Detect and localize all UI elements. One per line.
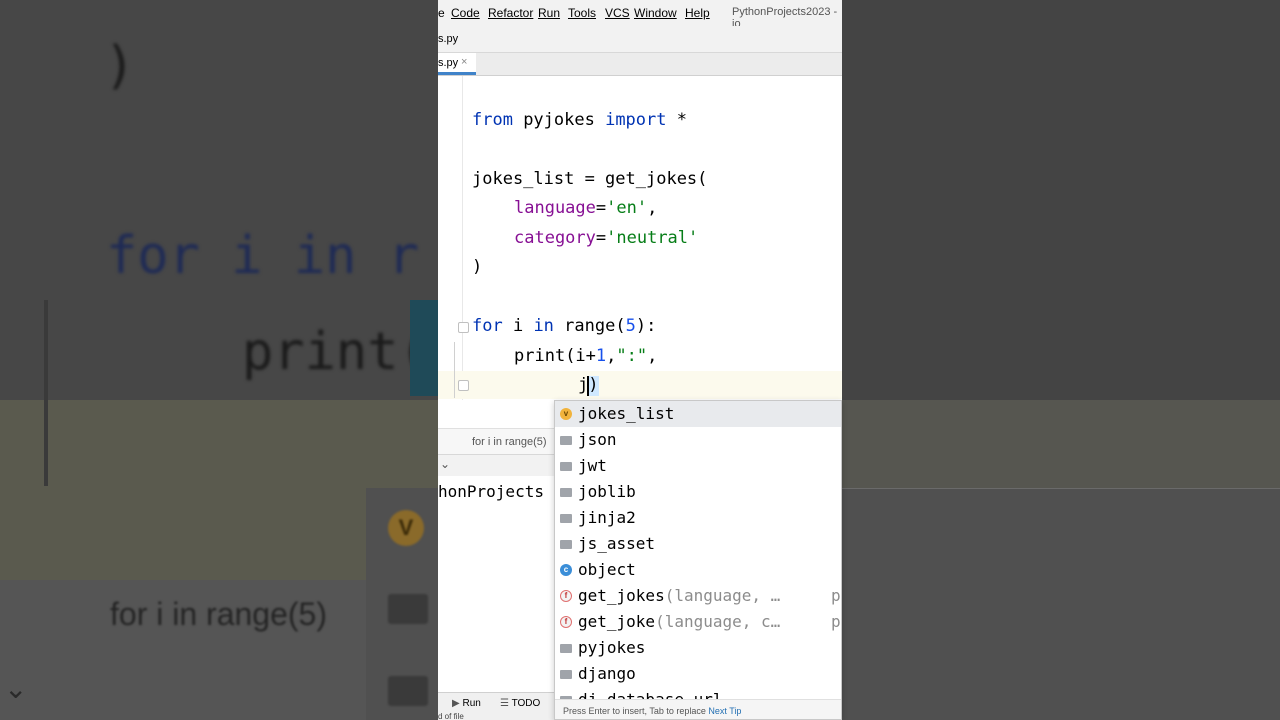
completion-item[interactable]: f get_joke(language, c… p <box>555 609 841 635</box>
package-icon <box>560 488 572 497</box>
completion-item[interactable]: js_asset <box>555 531 841 557</box>
completion-label: json <box>578 430 617 449</box>
code-line-3: language='en', <box>514 198 658 218</box>
menu-item-vcs[interactable]: VCS <box>605 6 630 20</box>
background-code-paren: ) <box>104 36 136 96</box>
completion-item[interactable]: pyjokes <box>555 635 841 661</box>
menu-bar: e Code Refactor Run Tools VCS Window Hel… <box>438 0 842 30</box>
project-root-item[interactable]: honProjects <box>438 482 544 501</box>
completion-label: pyjokes <box>578 638 646 657</box>
code-line-1: from pyjokes import * <box>472 110 687 130</box>
background-chevron-icon: ⌄ <box>4 673 28 704</box>
completion-item[interactable]: c object <box>555 557 841 583</box>
completion-label: django <box>578 664 636 683</box>
todo-tool-button[interactable]: ☰ TODO <box>500 698 540 709</box>
tab-active-file[interactable]: s.py × <box>438 53 476 75</box>
function-icon: f <box>560 590 572 602</box>
indent-guide <box>454 342 455 398</box>
code-line-4: category='neutral' <box>514 228 699 248</box>
next-tip-link[interactable]: Next Tip <box>708 706 741 716</box>
background-breadcrumb: for i in range(5) <box>110 596 327 632</box>
code-completion-popup: v jokes_list json jwt joblib jinja2 js_a… <box>554 400 842 720</box>
function-icon: f <box>560 616 572 628</box>
background-code-print: print( <box>242 322 430 382</box>
package-icon <box>560 670 572 679</box>
completion-item[interactable]: json <box>555 427 841 453</box>
menu-item-refactor[interactable]: Refactor <box>488 6 533 20</box>
menu-item-window[interactable]: Window <box>634 6 677 20</box>
completion-footer: Press Enter to insert, Tab to replace Ne… <box>555 699 841 719</box>
current-line-highlight <box>438 371 842 399</box>
nav-file-crumb[interactable]: s.py <box>438 33 458 45</box>
gutter-divider <box>462 76 463 400</box>
completion-label: object <box>578 560 636 579</box>
background-code-for: for i in r <box>106 226 420 286</box>
chevron-down-icon[interactable]: ⌄ <box>440 457 450 471</box>
completion-label: js_asset <box>578 534 656 553</box>
completion-label: get_jokes(language, … <box>578 586 781 605</box>
completion-item[interactable]: django <box>555 661 841 687</box>
completion-label: jokes_list <box>578 404 675 423</box>
variable-icon: v <box>560 408 572 420</box>
completion-label: jwt <box>578 456 607 475</box>
completion-hint: Press Enter to insert, Tab to replace Ne… <box>563 706 742 716</box>
completion-label: jinja2 <box>578 508 636 527</box>
background-right-panel <box>842 0 1280 720</box>
code-line-7: print(i+1,":", <box>514 346 658 366</box>
fold-marker-icon[interactable] <box>458 380 469 391</box>
class-icon: c <box>560 564 572 576</box>
code-line-2: jokes_list = get_jokes( <box>472 169 708 189</box>
completion-type-hint: p <box>831 612 841 631</box>
fold-marker-icon[interactable] <box>458 322 469 333</box>
navigation-bar: s.py <box>438 26 842 53</box>
completion-item[interactable]: v jokes_list <box>555 401 841 427</box>
list-icon: ☰ <box>500 698 512 709</box>
completion-type-hint: p <box>831 586 841 605</box>
text-caret <box>587 376 589 396</box>
menu-item-run[interactable]: Run <box>538 6 560 20</box>
completion-item[interactable]: jwt <box>555 453 841 479</box>
background-folder-icon <box>388 594 428 624</box>
breadcrumb-item[interactable]: for i in range(5) <box>472 436 547 448</box>
package-icon <box>560 514 572 523</box>
completion-item[interactable]: f get_jokes(language, … p <box>555 583 841 609</box>
menu-item-code[interactable]: Code <box>451 6 480 20</box>
package-icon <box>560 540 572 549</box>
tab-label: s.py <box>438 57 459 69</box>
menu-item-help[interactable]: Help <box>685 6 710 20</box>
play-icon: ▶ <box>452 698 463 709</box>
package-icon <box>560 462 572 471</box>
background-variable-icon: V <box>388 510 424 546</box>
code-line-6: for i in range(5): <box>472 316 657 336</box>
completion-label: get_joke(language, c… <box>578 612 781 631</box>
menu-item-edit[interactable]: e <box>438 6 445 20</box>
completion-label: joblib <box>578 482 636 501</box>
package-icon <box>560 644 572 653</box>
editor-tabs: s.py × <box>438 53 842 76</box>
menu-item-tools[interactable]: Tools <box>568 6 596 20</box>
package-icon <box>560 436 572 445</box>
completion-item[interactable]: joblib <box>555 479 841 505</box>
status-text: d of file <box>438 712 464 720</box>
code-line-5: ) <box>472 257 483 277</box>
background-folder-icon <box>388 676 428 706</box>
close-icon[interactable]: × <box>461 56 467 68</box>
run-tool-button[interactable]: ▶ Run <box>452 698 481 709</box>
completion-item[interactable]: jinja2 <box>555 505 841 531</box>
